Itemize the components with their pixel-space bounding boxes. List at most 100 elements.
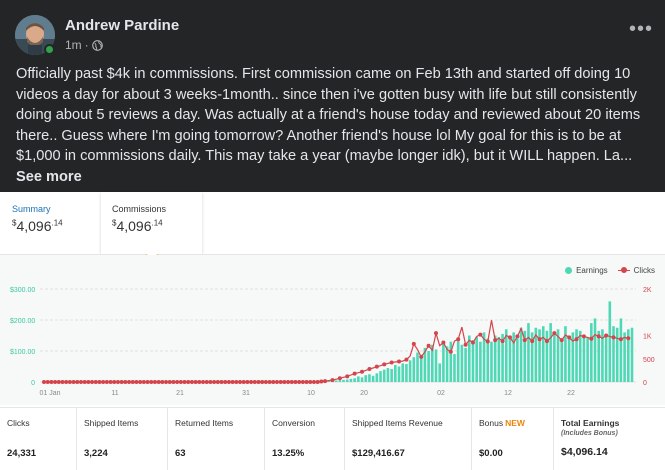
online-status-dot	[44, 44, 55, 55]
earnings-bar	[334, 380, 338, 382]
amount-whole: 4,096	[16, 218, 52, 234]
clicks-point	[311, 380, 316, 384]
earnings-bar	[408, 360, 412, 382]
earnings-bar	[467, 335, 471, 382]
earnings-bar	[401, 363, 405, 382]
earnings-bar	[382, 369, 386, 382]
clicks-point	[226, 380, 231, 384]
earnings-bar	[357, 376, 360, 382]
meta-separator: ·	[84, 38, 89, 52]
clicks-point	[56, 380, 61, 384]
metric-clicks: Clicks 24,331	[0, 408, 77, 470]
earnings-bar	[582, 335, 586, 382]
clicks-point	[256, 380, 261, 384]
right-axis-tick-label: 1K	[643, 334, 652, 341]
earnings-bar	[456, 338, 460, 382]
clicks-point	[397, 359, 402, 364]
earnings-bar	[460, 344, 464, 382]
clicks-point	[297, 380, 302, 384]
clicks-point	[249, 380, 254, 384]
clicks-point	[75, 380, 80, 384]
earnings-bar	[434, 349, 438, 382]
see-more-link[interactable]: See more	[16, 169, 82, 185]
earnings-bar	[471, 340, 475, 382]
legend-clicks-swatch	[617, 267, 630, 274]
clicks-point	[352, 371, 357, 376]
post-author[interactable]: Andrew Pardine	[65, 17, 179, 34]
earnings-bar	[630, 327, 634, 382]
x-axis-tick-label: 11	[111, 390, 118, 397]
clicks-point	[330, 378, 335, 383]
metric-value: $4,096.14	[561, 446, 608, 458]
clicks-point	[234, 380, 239, 384]
clicks-point	[53, 380, 58, 384]
earnings-bar	[386, 368, 390, 382]
chart-legend: Earnings Clicks	[565, 266, 655, 275]
clicks-point	[212, 380, 217, 384]
earnings-bar	[567, 337, 571, 382]
clicks-point	[374, 364, 379, 369]
clicks-point	[178, 380, 183, 384]
clicks-point	[267, 380, 272, 384]
clicks-point	[500, 339, 505, 344]
legend-clicks[interactable]: Clicks	[617, 266, 655, 275]
clicks-point	[112, 380, 117, 384]
clicks-point	[86, 380, 91, 384]
metric-value: $129,416.67	[352, 448, 405, 459]
clicks-point	[175, 380, 180, 384]
earnings-bar	[427, 351, 430, 382]
clicks-point	[419, 354, 424, 359]
earnings-bar	[349, 378, 353, 382]
clicks-point	[596, 334, 601, 339]
clicks-point	[544, 339, 549, 344]
left-axis-tick-label: $100.00	[10, 349, 35, 356]
earnings-bar	[338, 380, 342, 382]
earnings-bar	[519, 327, 523, 382]
earnings-bar	[364, 375, 368, 382]
earnings-bar	[508, 335, 512, 382]
clicks-point	[245, 380, 250, 384]
clicks-point	[530, 339, 535, 344]
metric-conversion: Conversion 13.25%	[265, 408, 345, 470]
clicks-point	[382, 362, 387, 367]
clicks-point	[515, 334, 520, 339]
clicks-point	[189, 380, 194, 384]
x-axis-tick-label: 01 Jan	[39, 390, 60, 397]
clicks-point	[589, 336, 594, 341]
clicks-point	[167, 380, 172, 384]
clicks-point	[201, 380, 206, 384]
post-meta: 1m ·	[65, 38, 103, 52]
clicks-point	[300, 380, 305, 384]
earnings-bar	[619, 318, 623, 382]
globe-icon[interactable]	[91, 39, 103, 51]
tab-summary[interactable]: Summary $4,096.14	[0, 192, 100, 254]
clicks-point	[286, 380, 291, 384]
earnings-bar	[553, 333, 556, 382]
earnings-bar	[597, 330, 601, 382]
metric-bonus: Bonus NEW $0.00	[472, 408, 554, 470]
earnings-bar	[345, 379, 349, 382]
clicks-point	[152, 380, 157, 384]
clicks-point	[456, 337, 461, 342]
clicks-point	[493, 338, 498, 343]
amount-whole: 4,096	[116, 218, 152, 234]
clicks-point	[49, 380, 54, 384]
earnings-bar	[412, 357, 416, 382]
clicks-point	[219, 380, 224, 384]
post-time[interactable]: 1m	[65, 38, 82, 52]
clicks-point	[138, 380, 143, 384]
legend-earnings[interactable]: Earnings	[565, 266, 608, 275]
tab-commissions[interactable]: Commissions $4,096.14	[101, 192, 202, 254]
clicks-point	[360, 369, 365, 374]
clicks-point	[567, 335, 572, 340]
legend-earnings-label: Earnings	[576, 266, 608, 275]
earnings-bar	[575, 329, 578, 382]
clicks-point	[448, 349, 453, 354]
metric-sublabel: (Includes Bonus)	[561, 430, 618, 437]
clicks-point	[611, 335, 616, 340]
clicks-point	[485, 339, 490, 344]
earnings-bar	[394, 364, 397, 382]
tab-commissions-value: $4,096.14	[112, 218, 202, 234]
clicks-point	[289, 380, 294, 384]
ellipsis-icon[interactable]: •••	[629, 19, 653, 39]
